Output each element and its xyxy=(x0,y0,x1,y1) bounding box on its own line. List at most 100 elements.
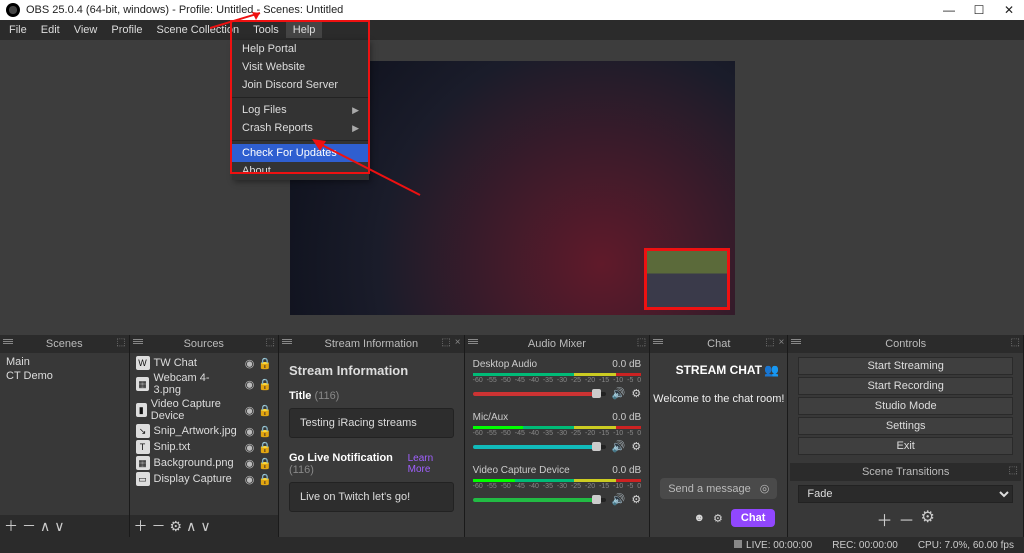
dock-close-icon[interactable]: × xyxy=(455,337,461,348)
dock-grip-icon[interactable] xyxy=(133,339,143,347)
popout-icon[interactable]: ⬚ xyxy=(1009,465,1018,476)
dock-grip-icon[interactable] xyxy=(791,339,801,347)
remove-source-button[interactable]: － xyxy=(152,516,166,536)
scene-item[interactable]: Main xyxy=(2,355,127,369)
visibility-toggle[interactable]: ◉ xyxy=(245,425,255,438)
help-portal[interactable]: Help Portal xyxy=(232,40,369,58)
help-crash-reports[interactable]: Crash Reports▶ xyxy=(232,119,369,137)
close-button[interactable]: ✕ xyxy=(994,0,1024,20)
source-item[interactable]: ▭Display Capture◉🔒 xyxy=(132,471,276,487)
dock-grip-icon[interactable] xyxy=(282,339,292,347)
volume-slider[interactable] xyxy=(473,392,606,396)
visibility-toggle[interactable]: ◉ xyxy=(245,357,255,370)
lock-toggle[interactable]: 🔒 xyxy=(258,378,272,391)
settings-button[interactable]: Settings xyxy=(798,417,1013,435)
source-item[interactable]: ↘Snip_Artwork.jpg◉🔒 xyxy=(132,423,276,439)
menu-edit[interactable]: Edit xyxy=(34,22,67,38)
transition-select[interactable]: Fade xyxy=(798,485,1013,503)
scene-item[interactable]: CT Demo xyxy=(2,369,127,383)
emoji-icon[interactable]: ◎ xyxy=(760,482,770,495)
popout-icon[interactable]: ⬚ xyxy=(441,337,450,348)
lock-toggle[interactable]: 🔒 xyxy=(258,457,272,470)
scenes-list: Main CT Demo xyxy=(0,353,129,515)
golive-count: (116) xyxy=(289,464,314,476)
mute-icon[interactable]: 🔊 xyxy=(612,493,626,506)
lock-toggle[interactable]: 🔒 xyxy=(258,441,272,454)
source-item[interactable]: TSnip.txt◉🔒 xyxy=(132,439,276,455)
popout-icon[interactable]: ⬚ xyxy=(266,337,275,348)
popout-icon[interactable]: ⬚ xyxy=(1011,337,1020,348)
source-down-button[interactable]: ∨ xyxy=(200,518,210,535)
help-check-updates[interactable]: Check For Updates xyxy=(232,144,369,162)
help-join-discord[interactable]: Join Discord Server xyxy=(232,76,369,94)
learn-more-link[interactable]: Learn More xyxy=(408,453,454,475)
maximize-button[interactable]: ☐ xyxy=(964,0,994,20)
volume-slider[interactable] xyxy=(473,498,606,502)
visibility-toggle[interactable]: ◉ xyxy=(245,378,255,391)
menu-view[interactable]: View xyxy=(67,22,105,38)
users-icon[interactable]: 👥 xyxy=(764,363,779,377)
add-source-button[interactable]: ＋ xyxy=(134,516,148,536)
channel-settings-icon[interactable]: ⚙ xyxy=(631,493,641,506)
volume-slider[interactable] xyxy=(473,445,606,449)
menu-scene-collection[interactable]: Scene Collection xyxy=(150,22,247,38)
emoji-button[interactable]: ☻ xyxy=(693,512,705,524)
audio-mixer-dock: Audio Mixer ⬚ Desktop Audio0.0 dB-60-55-… xyxy=(465,335,651,537)
source-item[interactable]: WTW Chat◉🔒 xyxy=(132,355,276,371)
menu-profile[interactable]: Profile xyxy=(104,22,149,38)
chat-input[interactable]: Send a message ◎ xyxy=(660,478,777,499)
dock-grip-icon[interactable] xyxy=(653,339,663,347)
lock-toggle[interactable]: 🔒 xyxy=(258,473,272,486)
scene-down-button[interactable]: ∨ xyxy=(54,518,64,535)
menu-file[interactable]: File xyxy=(2,22,34,38)
help-log-files[interactable]: Log Files▶ xyxy=(232,101,369,119)
popout-icon[interactable]: ⬚ xyxy=(765,337,774,348)
visibility-toggle[interactable]: ◉ xyxy=(245,457,255,470)
webcam-pip[interactable] xyxy=(644,248,730,310)
chat-placeholder: Send a message xyxy=(668,483,751,495)
source-item[interactable]: ▦Background.png◉🔒 xyxy=(132,455,276,471)
channel-db: 0.0 dB xyxy=(612,359,641,370)
title-input[interactable]: Testing iRacing streams xyxy=(289,408,454,438)
popout-icon[interactable]: ⬚ xyxy=(637,337,646,348)
transition-props-button[interactable]: ⚙ xyxy=(921,507,935,531)
golive-input[interactable]: Live on Twitch let's go! xyxy=(289,482,454,512)
menu-help[interactable]: Help xyxy=(286,22,323,38)
visibility-toggle[interactable]: ◉ xyxy=(245,473,255,486)
exit-button[interactable]: Exit xyxy=(798,437,1013,455)
help-about[interactable]: About xyxy=(232,162,369,180)
mixer-title: Audio Mixer xyxy=(528,338,586,350)
channel-name: Desktop Audio xyxy=(473,359,538,370)
dock-grip-icon[interactable] xyxy=(3,339,13,347)
channel-settings-icon[interactable]: ⚙ xyxy=(631,387,641,400)
add-scene-button[interactable]: ＋ xyxy=(4,516,18,536)
remove-scene-button[interactable]: － xyxy=(22,516,36,536)
dock-close-icon[interactable]: × xyxy=(779,337,785,348)
menu-tools[interactable]: Tools xyxy=(246,22,286,38)
source-props-button[interactable]: ⚙ xyxy=(170,518,183,535)
help-visit-website[interactable]: Visit Website xyxy=(232,58,369,76)
dock-grip-icon[interactable] xyxy=(468,339,478,347)
source-item[interactable]: ▦Webcam 4-3.png◉🔒 xyxy=(132,371,276,397)
channel-settings-icon[interactable]: ⚙ xyxy=(631,440,641,453)
lock-toggle[interactable]: 🔒 xyxy=(258,404,272,417)
start-streaming-button[interactable]: Start Streaming xyxy=(798,357,1013,375)
scene-up-button[interactable]: ∧ xyxy=(40,518,50,535)
help-logs-label: Log Files xyxy=(242,104,287,116)
start-recording-button[interactable]: Start Recording xyxy=(798,377,1013,395)
lock-toggle[interactable]: 🔒 xyxy=(258,357,272,370)
mute-icon[interactable]: 🔊 xyxy=(612,440,626,453)
source-item[interactable]: ▮Video Capture Device◉🔒 xyxy=(132,397,276,423)
transition-add-button[interactable]: ＋ xyxy=(877,507,893,531)
visibility-toggle[interactable]: ◉ xyxy=(245,404,255,417)
studio-mode-button[interactable]: Studio Mode xyxy=(798,397,1013,415)
transition-remove-button[interactable]: － xyxy=(899,507,915,531)
visibility-toggle[interactable]: ◉ xyxy=(245,441,255,454)
minimize-button[interactable]: — xyxy=(934,0,964,20)
source-up-button[interactable]: ∧ xyxy=(186,518,196,535)
chat-send-button[interactable]: Chat xyxy=(731,509,775,527)
lock-toggle[interactable]: 🔒 xyxy=(258,425,272,438)
mute-icon[interactable]: 🔊 xyxy=(612,387,626,400)
popout-icon[interactable]: ⬚ xyxy=(116,337,125,348)
settings-icon[interactable]: ⚙ xyxy=(713,512,723,525)
